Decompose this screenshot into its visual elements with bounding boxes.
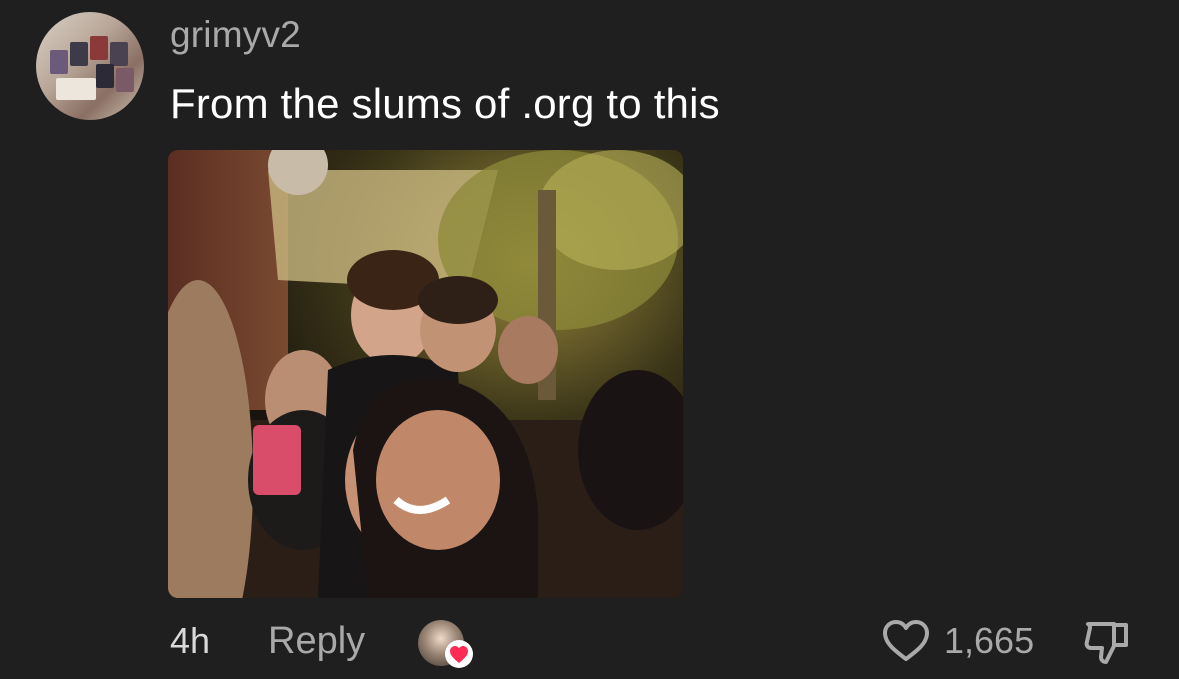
like-button[interactable] <box>880 616 932 666</box>
reply-button[interactable]: Reply <box>268 620 365 663</box>
dislike-button[interactable] <box>1080 614 1134 668</box>
comment-item: grimyv2 From the slums of .org to this 4… <box>0 0 1179 679</box>
heart-filled-icon <box>445 640 473 668</box>
avatar-collage-tile <box>50 50 68 74</box>
avatar-collage-note <box>56 78 96 100</box>
crowd-night-photo <box>168 150 683 598</box>
comment-text: From the slums of .org to this <box>170 80 720 127</box>
avatar-collage-tile <box>110 42 128 66</box>
avatar-collage-tile <box>70 42 88 66</box>
heart-outline-icon <box>883 620 929 661</box>
avatar-collage-tile <box>90 36 108 60</box>
creator-reaction <box>418 618 474 668</box>
comment-timestamp: 4h <box>170 620 211 661</box>
avatar-collage-tile <box>116 68 134 92</box>
like-count: 1,665 <box>944 620 1035 661</box>
username[interactable]: grimyv2 <box>170 14 301 56</box>
user-avatar[interactable] <box>36 12 144 120</box>
avatar-collage-tile <box>96 64 114 88</box>
comment-photo[interactable] <box>168 150 683 598</box>
thumbs-down-icon <box>1084 622 1128 664</box>
